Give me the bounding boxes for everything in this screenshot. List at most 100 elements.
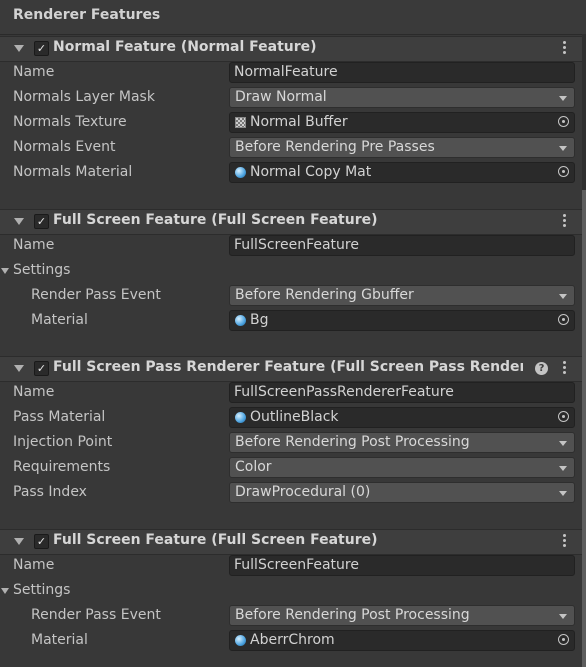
feature-header-full-screen[interactable]: ✓ Full Screen Feature (Full Screen Featu… [0,209,582,235]
object-field-value: OutlineBlack [250,409,339,425]
property-label: Pass Material [13,409,106,425]
feature-enabled-checkbox[interactable]: ✓ [34,534,49,549]
material-icon [235,315,246,326]
foldout-arrow-icon[interactable] [14,45,24,52]
material-object-field[interactable]: AberrChrom [229,630,575,651]
requirements-dropdown[interactable]: Color [229,457,575,478]
normals-texture-object-field[interactable]: Normal Buffer [229,112,575,133]
dropdown-arrow-icon [559,146,567,151]
render-pass-event-dropdown[interactable]: Before Rendering Gbuffer [229,285,575,306]
dropdown-value: Before Rendering Pre Passes [235,139,435,155]
property-label: Render Pass Event [31,607,161,623]
property-label: Name [13,384,55,400]
material-icon [235,167,246,178]
property-row-render-pass-event: Render Pass Event Before Rendering Post … [0,604,582,629]
property-row-injection-point: Injection Point Before Rendering Post Pr… [0,431,582,456]
dropdown-arrow-icon [559,614,567,619]
object-picker-icon[interactable] [558,411,569,422]
foldout-arrow-icon[interactable] [14,365,24,372]
property-row-pass-material: Pass Material OutlineBlack [0,406,582,431]
property-row-normals-event: Normals Event Before Rendering Pre Passe… [0,136,582,161]
more-options-icon[interactable] [562,534,568,549]
object-field-value: Normal Copy Mat [250,164,372,180]
name-text-field[interactable]: FullScreenFeature [229,235,575,256]
help-icon[interactable]: ? [535,362,548,375]
settings-foldout[interactable]: Settings [0,259,582,284]
pass-material-object-field[interactable]: OutlineBlack [229,407,575,428]
more-options-icon[interactable] [562,214,568,229]
feature-title: Full Screen Pass Renderer Feature (Full … [53,359,523,375]
feature-enabled-checkbox[interactable]: ✓ [34,361,49,376]
object-field-value: Bg [250,312,269,328]
object-picker-icon[interactable] [558,634,569,645]
settings-label: Settings [13,262,71,278]
foldout-arrow-icon[interactable] [1,588,9,594]
property-row-name: Name FullScreenFeature [0,234,582,259]
material-object-field[interactable]: Bg [229,310,575,331]
dropdown-arrow-icon [559,491,567,496]
property-row-normals-layer-mask: Normals Layer Mask Draw Normal [0,86,582,111]
property-row-requirements: Requirements Color [0,456,582,481]
dropdown-arrow-icon [559,96,567,101]
material-icon [235,635,246,646]
dropdown-value: Before Rendering Post Processing [235,607,470,623]
dropdown-value: Draw Normal [235,89,327,105]
property-row-name: Name FullScreenFeature [0,554,582,579]
property-label: Material [31,632,88,648]
property-row-name: Name FullScreenPassRendererFeature [0,381,582,406]
dropdown-value: Before Rendering Gbuffer [235,287,414,303]
more-options-icon[interactable] [562,41,568,56]
property-label: Normals Material [13,164,133,180]
name-text-field[interactable]: FullScreenPassRendererFeature [229,382,575,403]
dropdown-arrow-icon [559,294,567,299]
property-label: Normals Texture [13,114,127,130]
normals-material-object-field[interactable]: Normal Copy Mat [229,162,575,183]
property-label: Injection Point [13,434,113,450]
pass-index-dropdown[interactable]: DrawProcedural (0) [229,482,575,503]
object-picker-icon[interactable] [558,166,569,177]
name-text-field[interactable]: FullScreenFeature [229,555,575,576]
property-label: Material [31,312,88,328]
dropdown-value: Before Rendering Post Processing [235,434,470,450]
foldout-arrow-icon[interactable] [1,268,9,274]
normals-layer-mask-dropdown[interactable]: Draw Normal [229,87,575,108]
feature-title: Normal Feature (Normal Feature) [53,39,317,55]
settings-label: Settings [13,582,71,598]
property-label: Name [13,557,55,573]
dropdown-value: DrawProcedural (0) [235,484,371,500]
dropdown-arrow-icon [559,441,567,446]
normals-event-dropdown[interactable]: Before Rendering Pre Passes [229,137,575,158]
object-field-value: Normal Buffer [250,114,348,130]
panel-header: Renderer Features [0,0,586,35]
render-pass-event-dropdown[interactable]: Before Rendering Post Processing [229,605,575,626]
property-row-pass-index: Pass Index DrawProcedural (0) [0,481,582,506]
dropdown-arrow-icon [559,466,567,471]
property-row-render-pass-event: Render Pass Event Before Rendering Gbuff… [0,284,582,309]
feature-title: Full Screen Feature (Full Screen Feature… [53,212,378,228]
feature-enabled-checkbox[interactable]: ✓ [34,41,49,56]
more-options-icon[interactable] [562,361,568,376]
object-picker-icon[interactable] [558,314,569,325]
foldout-arrow-icon[interactable] [14,538,24,545]
property-label: Normals Layer Mask [13,89,155,105]
scrollbar-thumb[interactable] [582,190,586,667]
feature-title: Full Screen Feature (Full Screen Feature… [53,532,378,548]
dropdown-value: Color [235,459,272,475]
name-text-field[interactable]: NormalFeature [229,62,575,83]
feature-header-full-screen-pass[interactable]: ✓ Full Screen Pass Renderer Feature (Ful… [0,356,582,382]
foldout-arrow-icon[interactable] [14,218,24,225]
object-picker-icon[interactable] [558,116,569,127]
texture-icon [235,117,246,128]
feature-header-normal[interactable]: ✓ Normal Feature (Normal Feature) [0,36,582,62]
property-row-material: Material Bg [0,309,582,334]
property-row-normals-material: Normals Material Normal Copy Mat [0,161,582,186]
feature-enabled-checkbox[interactable]: ✓ [34,214,49,229]
feature-header-full-screen-2[interactable]: ✓ Full Screen Feature (Full Screen Featu… [0,529,582,555]
material-icon [235,412,246,423]
object-field-value: AberrChrom [250,632,335,648]
injection-point-dropdown[interactable]: Before Rendering Post Processing [229,432,575,453]
property-label: Requirements [13,459,111,475]
property-label: Name [13,237,55,253]
settings-foldout[interactable]: Settings [0,579,582,604]
property-row-material: Material AberrChrom [0,629,582,654]
